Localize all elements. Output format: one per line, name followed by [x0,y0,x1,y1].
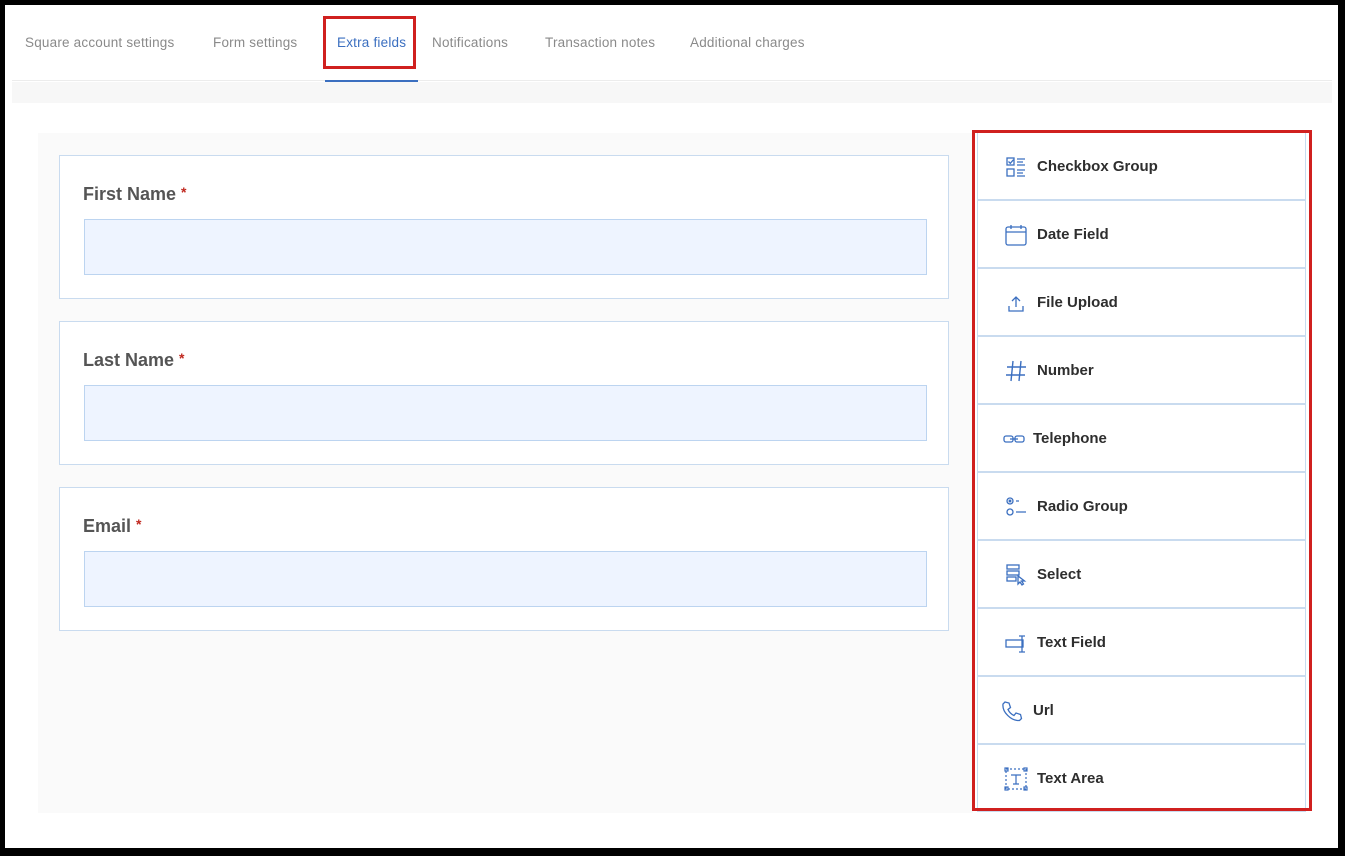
hash-icon [1006,360,1026,382]
field-palette: Checkbox Group Date Field File Upload Nu… [972,130,1312,812]
required-asterisk: * [136,516,142,532]
palette-item-checkbox-group[interactable]: Checkbox Group [977,132,1306,200]
link-icon [1003,435,1025,443]
palette-item-text-field[interactable]: Text Field [977,608,1306,676]
palette-item-url[interactable]: Url [977,676,1306,744]
palette-item-radio-group[interactable]: Radio Group [977,472,1306,540]
palette-item-label: Checkbox Group [1037,158,1158,175]
form-preview: First Name * Last Name * Email * [38,133,973,813]
text-field-icon [1005,635,1025,653]
last-name-input[interactable] [84,385,927,441]
palette-item-label: Date Field [1037,226,1109,243]
palette-item-label: Radio Group [1037,498,1128,515]
tab-content-divider [12,82,1332,103]
palette-item-file-upload[interactable]: File Upload [977,268,1306,336]
palette-item-label: Text Field [1037,634,1106,651]
required-asterisk: * [179,350,185,366]
palette-item-telephone[interactable]: Telephone [977,404,1306,472]
select-icon [1006,564,1027,586]
tab-notifications[interactable]: Notifications [432,5,508,81]
tab-transaction-notes[interactable]: Transaction notes [545,5,655,81]
app-frame: Square account settings Form settings Ex… [5,5,1338,848]
palette-item-text-area[interactable]: Text Area [977,744,1306,812]
tab-extra-fields[interactable]: Extra fields [325,5,419,82]
tab-additional-charges[interactable]: Additional charges [690,5,805,81]
field-label: First Name * [83,184,187,205]
field-label-text: Email [83,516,132,536]
palette-item-label: Telephone [1033,430,1107,447]
form-field-first-name[interactable]: First Name * [59,155,949,299]
palette-item-label: File Upload [1037,294,1118,311]
palette-item-number[interactable]: Number [977,336,1306,404]
tab-extra-fields-label: Extra fields [337,35,407,50]
palette-item-date-field[interactable]: Date Field [977,200,1306,268]
field-label: Email * [83,516,141,537]
first-name-input[interactable] [84,219,927,275]
tab-form-settings[interactable]: Form settings [213,5,297,81]
field-label-text: Last Name [83,350,175,370]
palette-item-select[interactable]: Select [977,540,1306,608]
upload-icon [1008,296,1024,312]
email-input[interactable] [84,551,927,607]
palette-item-label: Url [1033,702,1054,719]
radio-group-icon [1006,497,1026,516]
calendar-icon [1005,225,1027,246]
text-area-icon [1004,767,1028,791]
palette-item-label: Text Area [1037,770,1104,787]
field-label-text: First Name [83,184,177,204]
form-field-last-name[interactable]: Last Name * [59,321,949,465]
palette-item-label: Number [1037,362,1094,379]
required-asterisk: * [181,184,187,200]
field-label: Last Name * [83,350,185,371]
palette-item-label: Select [1037,566,1082,583]
phone-icon [1002,701,1023,722]
checkbox-group-icon [1006,157,1025,177]
form-field-email[interactable]: Email * [59,487,949,631]
settings-tabs: Square account settings Form settings Ex… [12,5,1332,82]
tab-square-account-settings[interactable]: Square account settings [25,5,174,81]
